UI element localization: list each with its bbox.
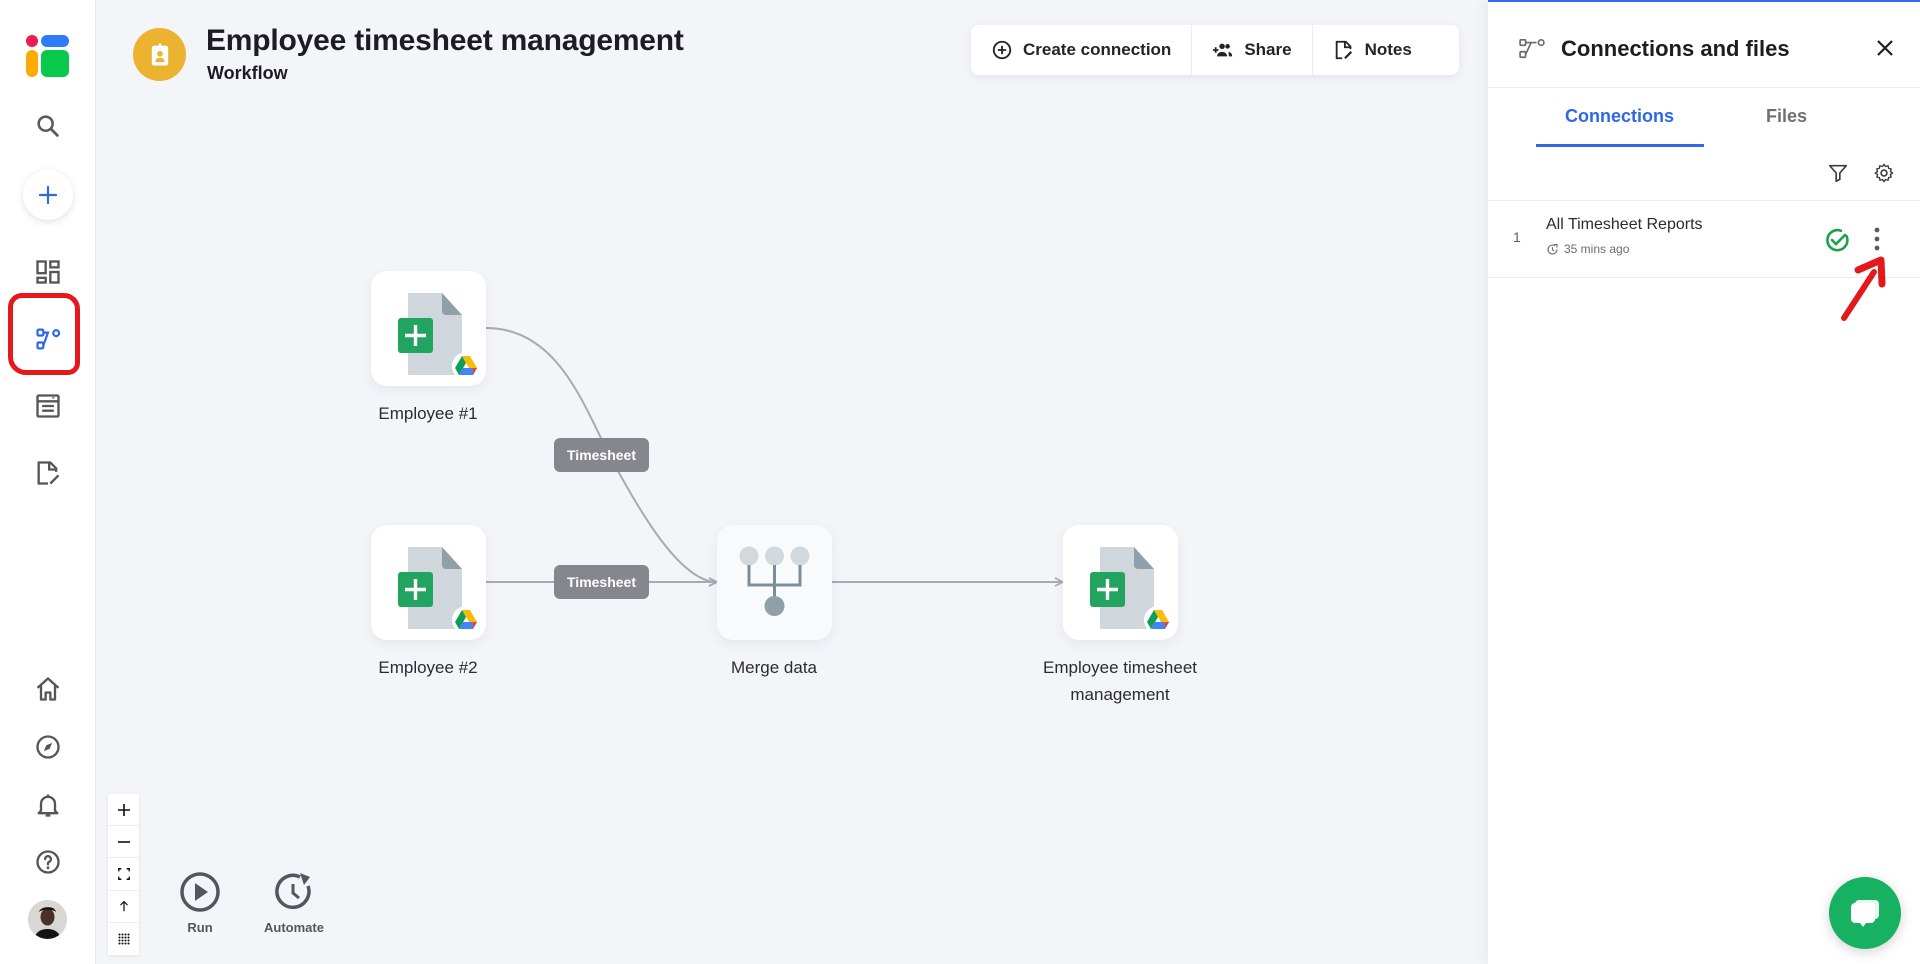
connection-name: All Timesheet Reports <box>1546 216 1703 233</box>
workflow-toolbar: Create connection Share Notes <box>971 25 1459 75</box>
tab-connections[interactable]: Connections <box>1565 106 1674 127</box>
connection-row[interactable]: 1 All Timesheet Reports 35 mins ago <box>1488 201 1920 278</box>
chat-icon <box>1851 900 1879 927</box>
refresh-clock-icon <box>1547 243 1558 255</box>
plus-icon <box>38 185 58 205</box>
page-subtitle: Workflow <box>207 63 288 83</box>
gear-icon[interactable] <box>1873 162 1895 184</box>
node-merge-data[interactable] <box>717 525 832 640</box>
google-sheets-file-icon <box>398 293 480 380</box>
share-button[interactable]: Share <box>1191 25 1311 75</box>
arrow-up-icon <box>119 900 128 912</box>
automate-button[interactable]: Automate <box>249 870 339 935</box>
connection-time: 35 mins ago <box>1546 242 1629 256</box>
node-employee-1[interactable] <box>371 271 486 386</box>
check-circle-icon <box>1826 228 1849 252</box>
zoom-in-button[interactable] <box>108 794 139 827</box>
bell-icon <box>37 794 59 817</box>
node-label: Merge data <box>731 658 817 677</box>
connections-panel: Connections and files Connections Files … <box>1488 0 1920 964</box>
help-icon <box>36 850 60 874</box>
node-label: Employee #2 <box>378 658 478 677</box>
close-icon[interactable] <box>1873 36 1897 60</box>
workflow-icon <box>36 328 61 350</box>
sidebar-item-help[interactable] <box>24 838 72 886</box>
panel-tools <box>1488 148 1920 201</box>
zoom-out-button[interactable] <box>108 826 139 859</box>
page-title: Employee timesheet management <box>206 24 684 57</box>
chat-button[interactable] <box>1829 877 1901 949</box>
play-circle-icon <box>180 872 220 912</box>
app-logo[interactable] <box>25 33 71 79</box>
auto-layout-button[interactable] <box>108 891 139 923</box>
node-label: Employee timesheet management <box>1042 658 1198 704</box>
google-sheets-file-icon <box>398 547 480 634</box>
active-tab-indicator <box>1536 144 1704 147</box>
dashboard-icon <box>36 260 60 284</box>
run-button[interactable]: Run <box>155 870 245 935</box>
compass-icon <box>36 735 60 759</box>
automate-label: Automate <box>264 920 324 935</box>
create-connection-label: Create connection <box>1023 40 1172 59</box>
form-edit-icon <box>37 461 60 485</box>
sidebar-item-search[interactable] <box>24 102 72 150</box>
grid-icon <box>117 933 130 945</box>
sidebar-item-create[interactable] <box>23 170 73 220</box>
notes-button[interactable]: Notes <box>1311 25 1432 75</box>
note-edit-icon <box>1335 40 1352 60</box>
filter-icon[interactable] <box>1827 162 1849 184</box>
search-icon <box>37 115 59 137</box>
home-icon <box>36 677 60 701</box>
node-employee-timesheet-management[interactable] <box>1063 525 1178 640</box>
notes-label: Notes <box>1364 40 1412 59</box>
connection-index: 1 <box>1513 229 1521 245</box>
edge-label-timesheet[interactable]: Timesheet <box>554 565 649 599</box>
panel-title: Connections and files <box>1561 36 1790 61</box>
share-label: Share <box>1244 40 1292 59</box>
fit-view-icon <box>117 868 130 880</box>
fit-view-button[interactable] <box>108 858 139 891</box>
create-connection-button[interactable]: Create connection <box>971 25 1191 75</box>
workflow-icon <box>1519 39 1545 59</box>
minus-icon <box>117 840 130 843</box>
left-sidebar <box>0 0 96 964</box>
plus-circle-icon <box>992 40 1012 60</box>
add-people-icon <box>1213 43 1233 57</box>
more-vertical-icon[interactable] <box>1871 225 1883 253</box>
plus-icon <box>117 803 130 816</box>
grid-toggle-button[interactable] <box>108 923 139 955</box>
sidebar-item-tables[interactable] <box>24 382 72 430</box>
node-label: Employee #1 <box>378 404 478 423</box>
table-icon <box>36 394 60 418</box>
sidebar-item-dashboards[interactable] <box>24 248 72 296</box>
workflow-edges <box>485 327 1488 964</box>
id-badge-icon <box>151 42 168 65</box>
sidebar-item-workflows[interactable] <box>24 315 72 363</box>
edge-label-timesheet[interactable]: Timesheet <box>554 438 649 472</box>
connection-time-text: 35 mins ago <box>1564 242 1630 256</box>
sidebar-item-explore[interactable] <box>24 723 72 771</box>
zoom-controls <box>108 794 139 955</box>
node-employee-2[interactable] <box>371 525 486 640</box>
merge-icon <box>739 546 810 616</box>
avatar[interactable] <box>28 900 67 939</box>
panel-tabs: Connections Files <box>1488 88 1920 148</box>
panel-header: Connections and files <box>1488 2 1920 88</box>
run-label: Run <box>187 920 213 935</box>
workflow-badge <box>133 28 186 81</box>
sidebar-item-notifications[interactable] <box>24 781 72 829</box>
schedule-icon <box>275 873 311 910</box>
sidebar-item-home[interactable] <box>24 665 72 713</box>
google-sheets-file-icon <box>1090 547 1172 634</box>
tab-files[interactable]: Files <box>1766 106 1807 127</box>
sidebar-item-forms[interactable] <box>24 449 72 497</box>
